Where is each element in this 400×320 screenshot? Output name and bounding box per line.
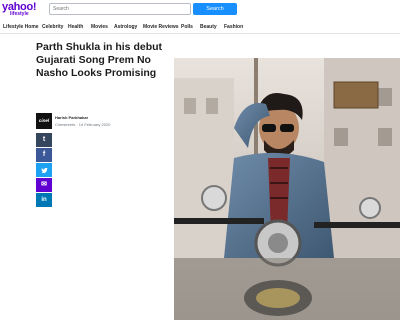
- article-meta: Cinestreets · 14 February 2020: [55, 122, 111, 127]
- share-facebook-button[interactable]: f: [36, 148, 52, 162]
- nav-item-lifestyle-home[interactable]: Lifestyle Home: [3, 24, 39, 30]
- linkedin-icon: in: [41, 197, 47, 203]
- nav-item-celebrity[interactable]: Celebrity: [42, 24, 63, 30]
- article-photo: [174, 58, 400, 320]
- share-twitter-button[interactable]: [36, 163, 52, 177]
- share-tumblr-button[interactable]: t: [36, 133, 52, 147]
- article-left-column: Parth Shukla in his debut Gujarati Song …: [36, 35, 166, 320]
- yahoo-lifestyle-logo[interactable]: yahoo! lifestyle: [2, 2, 37, 18]
- photo-illustration: [174, 58, 400, 320]
- nav-item-fashion[interactable]: Fashion: [224, 24, 243, 30]
- nav-item-polls[interactable]: Polls: [181, 24, 193, 30]
- mail-icon: ✉: [41, 181, 47, 188]
- publisher-logo[interactable]: cinel: [36, 113, 52, 129]
- search-button[interactable]: Search: [193, 3, 237, 15]
- category-nav: Lifestyle Home Celebrity Health Movies A…: [0, 20, 400, 34]
- share-linkedin-button[interactable]: in: [36, 193, 52, 207]
- search-input[interactable]: [49, 3, 191, 15]
- article-content: Parth Shukla in his debut Gujarati Song …: [0, 35, 400, 320]
- header: yahoo! lifestyle Search: [0, 0, 400, 20]
- nav-item-astrology[interactable]: Astrology: [114, 24, 137, 30]
- share-mail-button[interactable]: ✉: [36, 178, 52, 192]
- nav-item-movie-reviews[interactable]: Movie Reviews: [143, 24, 179, 30]
- article-title: Parth Shukla in his debut Gujarati Song …: [36, 41, 163, 79]
- twitter-icon: [40, 167, 48, 173]
- facebook-icon: f: [42, 151, 46, 158]
- tumblr-icon: t: [42, 136, 46, 143]
- nav-item-movies[interactable]: Movies: [91, 24, 108, 30]
- author-info: cinel Harish Parbhakar Cinestreets · 14 …: [36, 113, 162, 129]
- nav-item-beauty[interactable]: Beauty: [200, 24, 217, 30]
- nav-item-health[interactable]: Health: [68, 24, 83, 30]
- author-name[interactable]: Harish Parbhakar: [55, 115, 88, 120]
- logo-subtext: lifestyle: [10, 11, 29, 17]
